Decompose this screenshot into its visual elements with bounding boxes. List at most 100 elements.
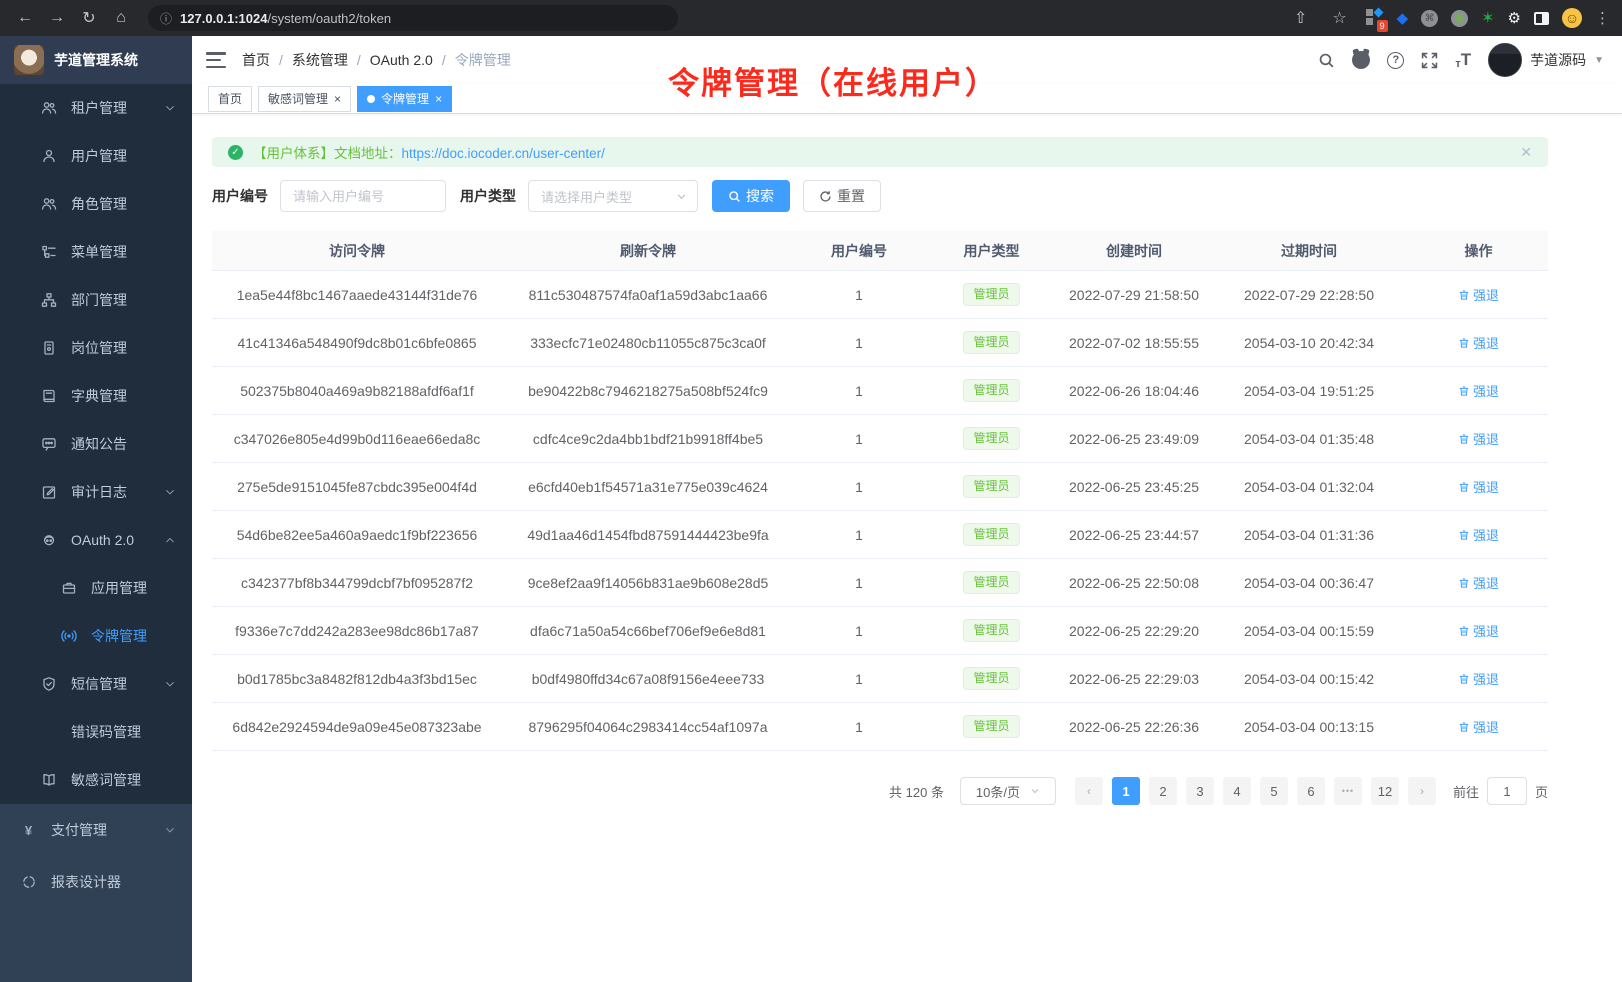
created-time-cell: 2022-06-25 22:29:03 [1059,671,1209,687]
sidebar-item-sms[interactable]: 短信管理 [0,660,192,708]
sidebar-item-post[interactable]: 岗位管理 [0,324,192,372]
sidebar-item-tenant[interactable]: 租户管理 [0,84,192,132]
search-button[interactable]: 搜索 [712,180,790,212]
page-button-2[interactable]: 2 [1149,777,1177,805]
sidebar-toggle-icon[interactable] [206,52,226,68]
force-logout-button[interactable]: 强退 [1458,621,1499,640]
user-name: 芋道源码 [1530,50,1586,70]
close-icon[interactable]: × [435,93,442,105]
sidebar-item-error-code[interactable]: 错误码管理 [0,708,192,756]
tab-首页[interactable]: 首页 [208,86,252,112]
sidebar-item-notice[interactable]: 通知公告 [0,420,192,468]
reset-button[interactable]: 重置 [803,180,881,212]
force-logout-button[interactable]: 强退 [1458,333,1499,352]
breadcrumb-item[interactable]: 系统管理 [292,50,348,70]
sidebar-item-sensitive-word[interactable]: 敏感词管理 [0,756,192,804]
side-panel-icon[interactable] [1534,12,1549,25]
force-logout-button[interactable]: 强退 [1458,525,1499,544]
close-icon[interactable]: × [334,93,341,105]
chevron-down-icon [164,486,176,498]
green-dot-extension-icon[interactable] [1451,10,1468,27]
search-icon[interactable] [1318,52,1335,69]
force-logout-button[interactable]: 强退 [1458,381,1499,400]
gem-extension-icon[interactable]: ◆ [1397,9,1409,27]
github-icon[interactable] [1352,51,1370,69]
page-button-3[interactable]: 3 [1186,777,1214,805]
breadcrumb-item[interactable]: 首页 [242,50,270,70]
table-header-cell: 刷新令牌 [502,241,794,261]
sidebar-item-dict[interactable]: 字典管理 [0,372,192,420]
reload-icon[interactable]: ↻ [76,5,102,31]
user-type-badge: 管理员 [963,619,1019,643]
sidebar-item-audit-log[interactable]: 审计日志 [0,468,192,516]
user-id-input[interactable] [280,180,446,212]
created-time-cell: 2022-06-25 23:44:57 [1059,527,1209,543]
page-size-select[interactable]: 10条/页 [960,777,1056,805]
home-icon[interactable]: ⌂ [108,5,134,31]
sidebar-item-report-designer[interactable]: 报表设计器 [0,856,192,908]
force-logout-button[interactable]: 强退 [1458,669,1499,688]
font-size-icon[interactable]: тT [1455,50,1471,70]
user-type-cell: 管理员 [924,619,1059,643]
pager-ellipsis[interactable]: ••• [1334,777,1362,805]
sidebar-item-label: 敏感词管理 [71,770,176,790]
sidebar-item-dept[interactable]: 部门管理 [0,276,192,324]
force-logout-button[interactable]: 强退 [1458,477,1499,496]
browser-toolbar: ← → ↻ ⌂ ⓘ 127.0.0.1:1024/system/oauth2/t… [0,0,1622,36]
force-logout-button[interactable]: 强退 [1458,285,1499,304]
sidebar-item-role[interactable]: 角色管理 [0,180,192,228]
page-button-1[interactable]: 1 [1112,777,1140,805]
breadcrumb-separator: / [442,52,446,68]
share-icon[interactable]: ⇧ [1288,5,1314,31]
green-star-extension-icon[interactable]: ✶ [1481,8,1494,28]
address-bar[interactable]: ⓘ 127.0.0.1:1024/system/oauth2/token [148,5,678,31]
sidebar-item-oauth2-token[interactable]: 令牌管理 [0,612,192,660]
user-type-select[interactable]: 请选择用户类型 [528,180,698,212]
forward-icon[interactable]: → [44,5,70,31]
shield-icon [40,676,57,693]
sidebar-item-oauth2[interactable]: OAuth 2.0 [0,516,192,564]
refresh-token-cell: b0df4980ffd34c67a08f9156e4eee733 [502,671,794,687]
user-type-cell: 管理员 [924,571,1059,595]
doc-link[interactable]: https://doc.iocoder.cn/user-center/ [402,146,605,161]
browser-menu-icon[interactable]: ⋮ [1595,9,1610,27]
back-icon[interactable]: ← [12,5,38,31]
page-button-12[interactable]: 12 [1371,777,1399,805]
tab-敏感词管理[interactable]: 敏感词管理× [258,86,351,112]
gray-extension-icon[interactable]: ⌘ [1421,10,1438,27]
user-menu[interactable]: 芋道源码 ▼ [1488,43,1604,77]
force-logout-button[interactable]: 强退 [1458,573,1499,592]
table-row: 54d6be82ee5a460a9aedc1f9bf22365649d1aa46… [212,511,1548,559]
page-button-4[interactable]: 4 [1223,777,1251,805]
breadcrumb-item[interactable]: OAuth 2.0 [370,52,433,68]
next-page-button[interactable]: › [1408,777,1436,805]
force-logout-button[interactable]: 强退 [1458,429,1499,448]
sidebar-item-oauth2-app[interactable]: 应用管理 [0,564,192,612]
sidebar-item-menu[interactable]: 菜单管理 [0,228,192,276]
page-button-6[interactable]: 6 [1297,777,1325,805]
user-type-cell: 管理员 [924,475,1059,499]
site-info-icon[interactable]: ⓘ [160,10,172,27]
help-icon[interactable]: ? [1387,52,1404,69]
extension-tabs-icon[interactable]: 9 [1366,9,1384,27]
browser-profile-avatar[interactable]: ☺ [1562,8,1582,28]
goto-page-input[interactable] [1487,777,1527,805]
puzzle-extensions-icon[interactable]: ⚙ [1508,9,1521,27]
table-row: 6d842e2924594de9a09e45e087323abe8796295f… [212,703,1548,751]
force-logout-button[interactable]: 强退 [1458,717,1499,736]
expire-time-cell: 2054-03-04 01:35:48 [1209,431,1409,447]
prev-page-button[interactable]: ‹ [1075,777,1103,805]
main-area: 首页/系统管理/OAuth 2.0/令牌管理 ? тT 芋道源码 ▼ 首页敏感词… [192,36,1622,982]
bookmark-star-icon[interactable]: ☆ [1327,5,1353,31]
app-logo-bar[interactable]: 芋道管理系统 [0,36,192,84]
user-id-cell: 1 [794,383,924,399]
sidebar-item-user[interactable]: 用户管理 [0,132,192,180]
alert-close-icon[interactable]: ✕ [1520,144,1532,161]
page-button-5[interactable]: 5 [1260,777,1288,805]
tab-令牌管理[interactable]: 令牌管理× [357,86,452,112]
expire-time-cell: 2054-03-04 19:51:25 [1209,383,1409,399]
sidebar-item-pay[interactable]: ¥支付管理 [0,804,192,856]
sidebar-item-label: 用户管理 [71,146,176,166]
chevron-down-icon [676,191,687,202]
fullscreen-icon[interactable] [1421,52,1438,69]
